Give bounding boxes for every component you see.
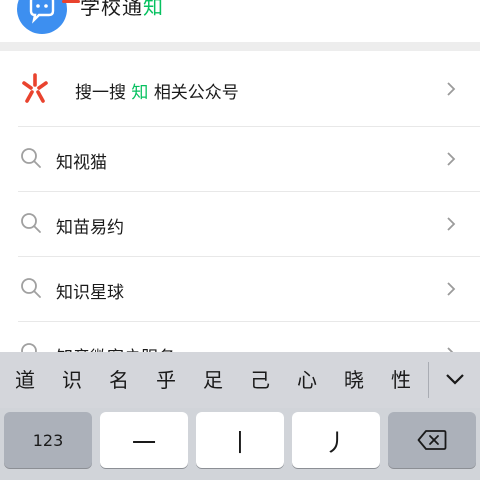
search-icon	[21, 213, 41, 233]
ios-stroke-keyboard: 道 识 名 乎 足 己 心 晓 性 123 一 丨 丿	[0, 352, 480, 480]
suggestion-item[interactable]: 知视猫	[0, 127, 480, 192]
official-accounts-label: 搜一搜 知 相关公众号	[75, 83, 239, 103]
search-icon	[21, 148, 41, 168]
candidate-word[interactable]: 性	[386, 364, 416, 393]
stroke-horizontal-key[interactable]: 一	[100, 412, 188, 468]
candidate-divider	[428, 362, 429, 398]
numbers-key[interactable]: 123	[4, 412, 92, 468]
candidate-word[interactable]: 识	[57, 364, 87, 393]
search-icon	[21, 278, 41, 298]
candidate-word[interactable]: 足	[198, 364, 228, 393]
suggestion-item[interactable]: 知苗易约	[0, 192, 480, 257]
search-official-accounts-row[interactable]: 搜一搜 知 相关公众号	[0, 51, 480, 127]
chevron-right-icon	[447, 282, 456, 296]
chevron-right-icon	[447, 82, 456, 96]
candidate-word[interactable]: 心	[292, 364, 322, 393]
delete-key[interactable]	[388, 412, 476, 468]
sou-yi-sou-icon	[18, 71, 52, 105]
stroke-vertical-key[interactable]: 丨	[196, 412, 284, 468]
candidate-word[interactable]: 道	[10, 364, 40, 393]
candidate-word[interactable]: 名	[104, 364, 134, 393]
suggestion-label: 知视猫	[56, 153, 107, 173]
suggestion-label: 知识星球	[56, 283, 124, 303]
backspace-icon	[417, 430, 447, 450]
result-title: 学校通知	[80, 0, 164, 19]
suggestion-item[interactable]: 知识星球	[0, 257, 480, 322]
chevron-down-icon[interactable]	[444, 368, 466, 390]
chat-bubble-icon	[17, 0, 67, 34]
stroke-left-fall-key[interactable]: 丿	[292, 412, 380, 468]
notification-mark	[62, 0, 80, 3]
candidate-word[interactable]: 己	[245, 364, 275, 393]
candidate-word[interactable]: 乎	[151, 364, 181, 393]
chevron-right-icon	[447, 152, 456, 166]
section-separator	[0, 42, 480, 51]
candidate-word[interactable]: 晓	[339, 364, 369, 393]
suggestion-label: 知苗易约	[56, 218, 124, 238]
top-result-row[interactable]: 学校通知	[0, 0, 480, 42]
candidate-bar: 道 识 名 乎 足 己 心 晓 性	[0, 352, 480, 408]
chevron-right-icon	[447, 217, 456, 231]
